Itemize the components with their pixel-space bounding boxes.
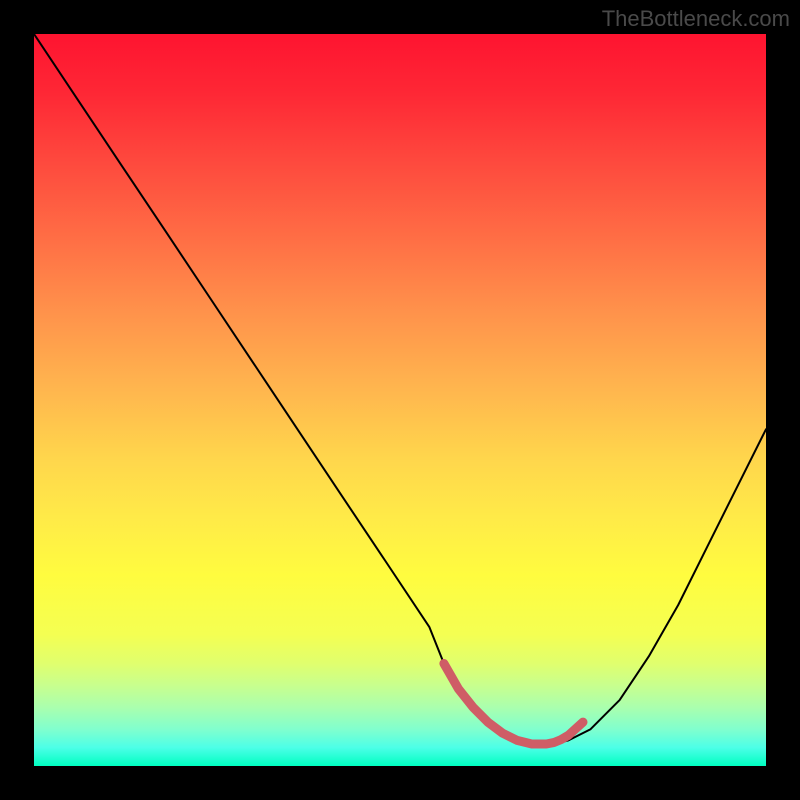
chart-canvas	[34, 34, 766, 766]
watermark-text: TheBottleneck.com	[602, 6, 790, 32]
gradient-background	[34, 34, 766, 766]
bottleneck-chart	[34, 34, 766, 766]
